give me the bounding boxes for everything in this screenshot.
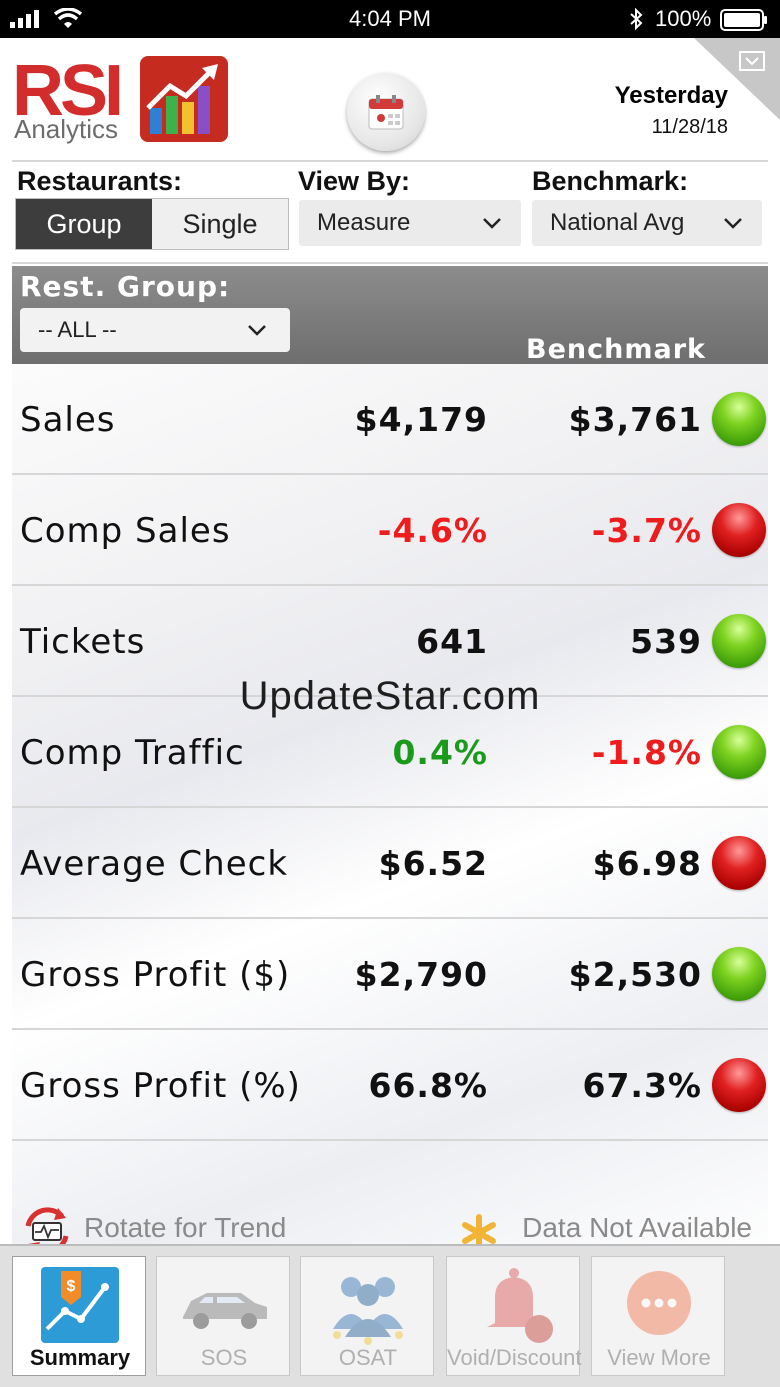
metric-name: Comp Sales <box>20 510 231 551</box>
red-status-indicator <box>712 1058 766 1112</box>
tab-view-more-label: View More <box>607 1345 711 1370</box>
benchmark-value: $2,530 <box>568 955 702 994</box>
restaurants-segmented-control: Group Single <box>15 198 289 250</box>
red-status-indicator <box>712 836 766 890</box>
green-status-indicator <box>712 614 766 668</box>
view-by-label: View By: <box>298 166 411 196</box>
rest-group-value: -- ALL -- <box>38 317 117 342</box>
status-bar: 4:04 PM 100% <box>0 0 780 38</box>
bluetooth-icon <box>630 8 643 30</box>
metric-row[interactable]: Gross Profit (%) 66.8% 67.3% <box>12 1030 768 1141</box>
metric-value: $4,179 <box>354 400 488 439</box>
tab-summary-label: Summary <box>29 1345 131 1370</box>
benchmark-dropdown[interactable]: National Avg <box>532 200 762 246</box>
bell-icon <box>487 1268 553 1343</box>
metric-value: 66.8% <box>368 1066 488 1105</box>
benchmark-label: Benchmark: <box>532 166 689 196</box>
controls-divider <box>12 262 768 264</box>
green-status-indicator <box>712 725 766 779</box>
header: RSI Analytics Yesterday 11/28/18 <box>0 38 780 160</box>
chevron-down-icon <box>483 218 501 229</box>
battery-icon <box>720 9 767 31</box>
data-not-available-text: Data Not Available <box>522 1212 752 1243</box>
view-by-value: Measure <box>317 209 411 236</box>
tab-sos[interactable]: SOS <box>156 1256 290 1376</box>
tab-osat[interactable]: OSAT <box>300 1256 434 1376</box>
metric-row[interactable]: Average Check $6.52 $6.98 <box>12 808 768 919</box>
rsi-analytics-logo: RSI Analytics <box>12 51 232 146</box>
benchmark-column-header: Benchmark <box>526 334 706 365</box>
more-dots-icon <box>627 1271 691 1335</box>
benchmark-value: $6.98 <box>592 844 702 883</box>
tab-sos-label: SOS <box>200 1345 248 1370</box>
benchmark-value: 67.3% <box>582 1066 702 1105</box>
group-segment[interactable]: Group <box>16 199 152 249</box>
chevron-down-icon <box>248 325 266 336</box>
tab-summary[interactable]: $ Summary <box>12 1256 146 1376</box>
single-segment[interactable]: Single <box>152 199 288 249</box>
chevron-down-icon <box>724 218 742 229</box>
metric-row[interactable]: Gross Profit ($) $2,790 $2,530 <box>12 919 768 1030</box>
logo-subtext: Analytics <box>14 114 119 144</box>
metric-name: Gross Profit ($) <box>20 954 291 995</box>
rotate-trend-text: Rotate for Trend <box>84 1212 287 1243</box>
logo-chart-icon <box>140 56 228 142</box>
metrics-panel: Rest. Group: -- ALL -- Benchmark Sales $4… <box>12 266 768 1266</box>
tab-view-more[interactable]: View More <box>591 1256 725 1376</box>
svg-text:$: $ <box>67 1278 76 1295</box>
metric-row[interactable]: Sales $4,179 $3,761 <box>12 364 768 475</box>
tab-osat-label: OSAT <box>338 1345 398 1370</box>
metric-name: Gross Profit (%) <box>20 1065 301 1106</box>
restaurants-label: Restaurants: <box>17 166 183 196</box>
metric-value: $6.52 <box>378 844 488 883</box>
red-status-indicator <box>712 503 766 557</box>
tab-void-discount-label: Void/Discount <box>447 1345 582 1370</box>
metric-name: Sales <box>20 399 116 440</box>
green-status-indicator <box>712 392 766 446</box>
bottom-tab-bar: $ Summary SOS OSAT Void/Discount View Mo… <box>0 1244 780 1387</box>
metric-name: Average Check <box>20 843 289 884</box>
tab-void-discount[interactable]: Void/Discount <box>446 1256 582 1376</box>
rest-group-dropdown[interactable]: -- ALL -- <box>20 308 290 352</box>
green-status-indicator <box>712 947 766 1001</box>
calendar-button[interactable] <box>347 73 425 151</box>
rest-group-bar: Rest. Group: -- ALL -- Benchmark <box>12 266 768 365</box>
page-fold-download-icon[interactable] <box>694 38 780 120</box>
benchmark-value: National Avg <box>550 209 685 236</box>
metric-value: -4.6% <box>377 511 488 550</box>
people-stars-icon <box>333 1277 403 1345</box>
filter-controls: Restaurants: View By: Benchmark: Group S… <box>0 162 780 262</box>
calendar-icon <box>368 95 404 130</box>
summary-chart-icon: $ <box>41 1267 119 1343</box>
benchmark-value: -3.7% <box>591 511 702 550</box>
view-by-dropdown[interactable]: Measure <box>299 200 521 246</box>
watermark-text: UpdateStar.com <box>239 674 541 718</box>
app-screen: RSI Analytics Yesterday 11/28/18 Restaur… <box>0 38 780 1387</box>
metric-value: $2,790 <box>354 955 488 994</box>
benchmark-value: $3,761 <box>568 400 702 439</box>
battery-percent: 100% <box>655 6 712 31</box>
car-icon <box>183 1293 267 1329</box>
metric-row[interactable]: Comp Sales -4.6% -3.7% <box>12 475 768 586</box>
rest-group-label: Rest. Group: <box>20 270 231 303</box>
